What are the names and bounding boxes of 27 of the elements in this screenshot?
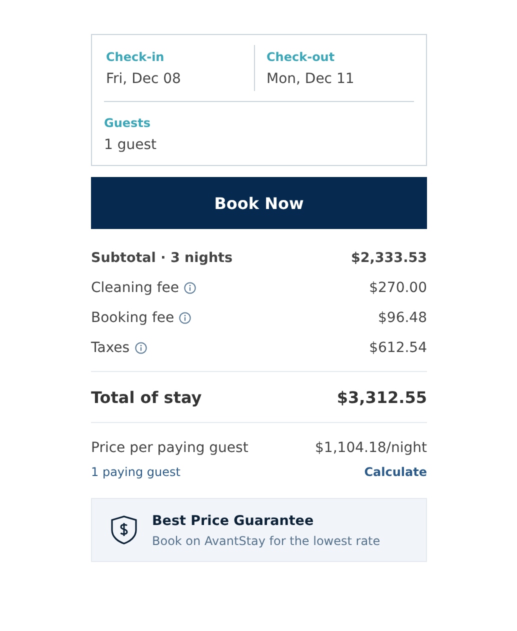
field-label: Check-out xyxy=(266,50,336,64)
charge-label: Cleaning fee xyxy=(91,280,179,296)
total-label: Total of stay xyxy=(91,388,202,406)
field-label: Check-in xyxy=(106,50,166,64)
field-label: Guests xyxy=(104,116,152,130)
price-per-guest-label: Price per paying guest xyxy=(91,440,248,456)
total-amount: $3,312.55 xyxy=(336,388,427,406)
charge-label: Booking fee xyxy=(91,310,174,326)
paying-guests-link[interactable]: 1 paying guest xyxy=(91,465,180,479)
charge-amount: $2,333.53 xyxy=(350,250,427,266)
shield-dollar-icon xyxy=(110,515,138,545)
charge-amount: $270.00 xyxy=(369,280,427,296)
info-icon[interactable] xyxy=(179,312,192,324)
charge-amount: $96.48 xyxy=(378,310,427,326)
info-icon[interactable] xyxy=(184,282,196,294)
check-out-field[interactable]: Mon, Dec 11 xyxy=(266,71,414,87)
info-icon[interactable] xyxy=(134,342,147,354)
check-in-field[interactable]: Fri, Dec 08 xyxy=(106,71,254,87)
charge-amount: $612.54 xyxy=(369,340,427,356)
price-per-guest-amount: $1,104.18/night xyxy=(315,440,427,456)
guarantee-title: Best Price Guarantee xyxy=(152,512,315,528)
book-now-button[interactable]: Book Now xyxy=(91,177,427,229)
guarantee-text: Book on AvantStay for the lowest rate xyxy=(152,534,380,548)
charge-label: Taxes xyxy=(91,340,130,356)
charge-label: Subtotal · 3 nights xyxy=(91,250,233,266)
calculate-link[interactable]: Calculate xyxy=(364,465,427,479)
guests-field[interactable]: 1 guest xyxy=(104,137,414,153)
